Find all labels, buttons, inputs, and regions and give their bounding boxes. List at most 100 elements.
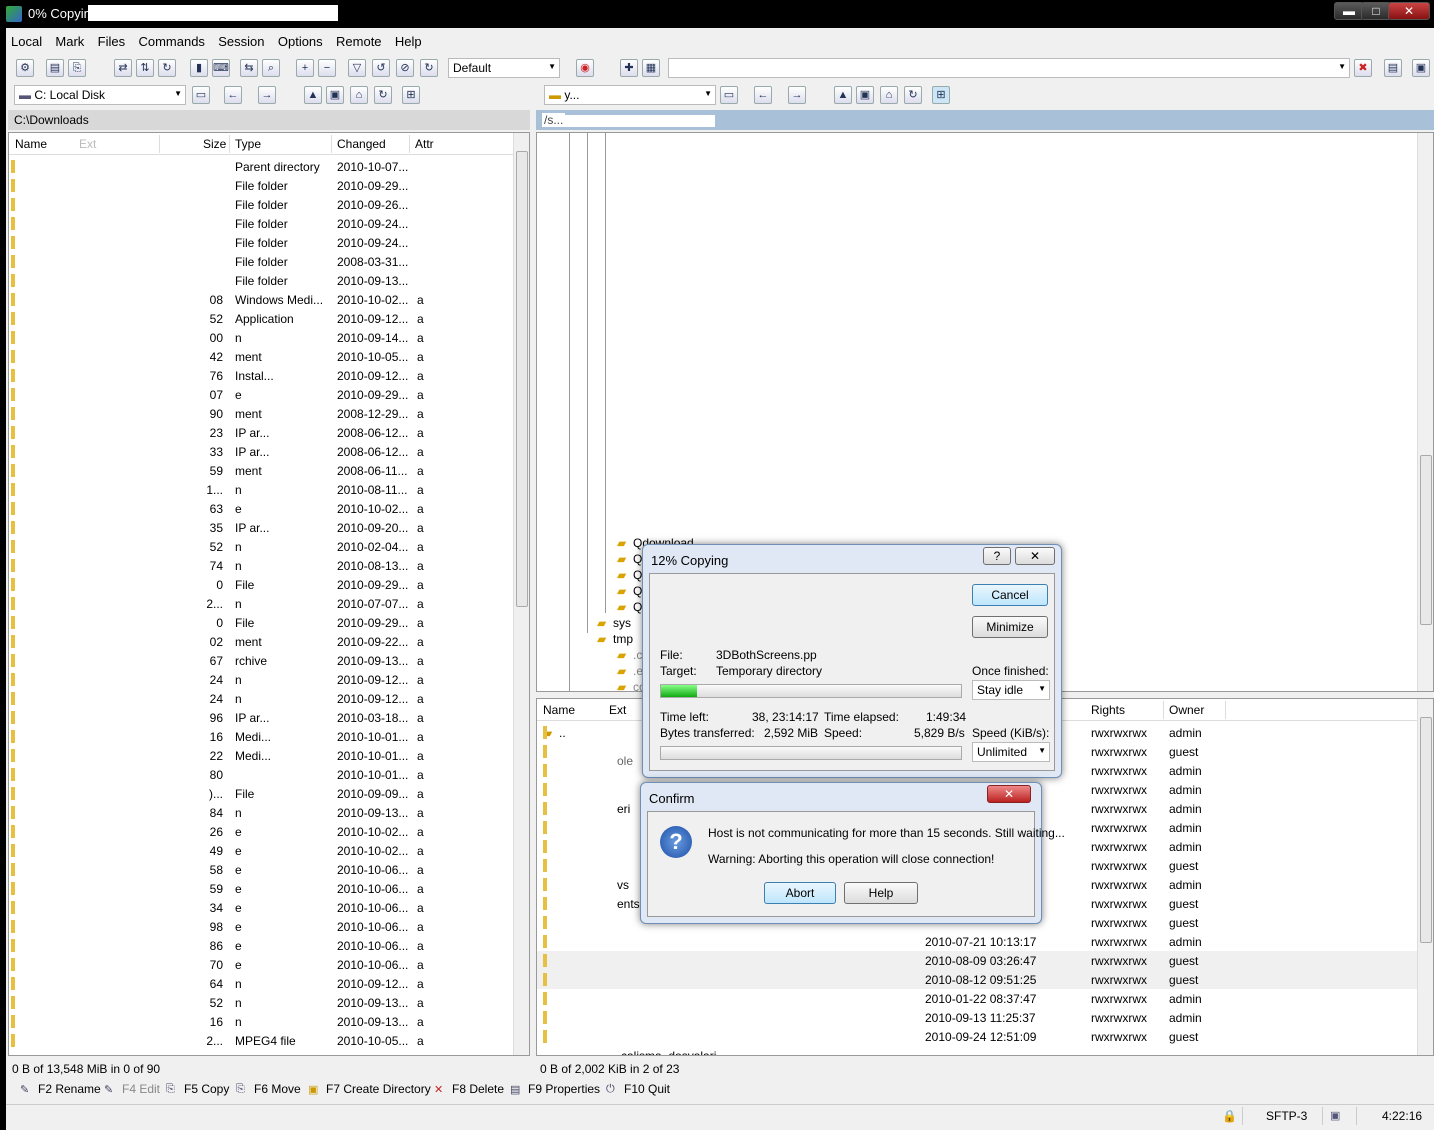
abort-button[interactable]: Abort	[764, 882, 836, 904]
reload-icon[interactable]: ↻	[420, 59, 438, 77]
back-icon[interactable]: ←	[754, 86, 772, 104]
back-icon[interactable]: ←	[224, 86, 242, 104]
tree-scrollbar[interactable]	[1417, 133, 1433, 691]
table-row[interactable]: 2... MPEG4 file 2010-10-05... a	[9, 1031, 513, 1050]
close-icon[interactable]: ✕	[987, 785, 1031, 803]
table-row[interactable]: File folder 2010-09-13...	[9, 271, 513, 290]
col-owner[interactable]: Owner	[1169, 703, 1204, 717]
table-row[interactable]: 52 Application 2010-09-12... a	[9, 309, 513, 328]
table-row[interactable]: 24 n 2010-09-12... a	[9, 670, 513, 689]
queue-icon[interactable]: ▤	[46, 59, 64, 77]
table-row[interactable]: 64 n 2010-09-12... a	[9, 974, 513, 993]
open-folder-icon[interactable]: ▭	[720, 86, 738, 104]
f4-edit-button[interactable]: ✎ F4 Edit	[104, 1082, 160, 1097]
table-row[interactable]: Parent directory 2010-10-07...	[9, 157, 513, 176]
parent-dir-icon[interactable]: ▲	[834, 86, 852, 104]
table-row[interactable]: 0 File 2010-09-29... a	[9, 575, 513, 594]
refresh-icon[interactable]: ↻	[374, 86, 392, 104]
col-size[interactable]: Size	[203, 137, 226, 151]
help-button[interactable]: Help	[844, 882, 918, 904]
transfer-icon[interactable]: ⇆	[240, 59, 258, 77]
col-rights[interactable]: Rights	[1091, 703, 1125, 717]
table-row[interactable]: 24 n 2010-09-12... a	[9, 689, 513, 708]
menu-remote[interactable]: Remote	[331, 32, 387, 51]
gear-icon[interactable]: ⚙	[16, 59, 34, 77]
filter-icon[interactable]: ▽	[348, 59, 366, 77]
maximize-window-button[interactable]: □	[1361, 2, 1391, 20]
home-icon[interactable]: ⌂	[350, 86, 368, 104]
table-row[interactable]: 74 n 2010-08-13... a	[9, 556, 513, 575]
sites-icon[interactable]: ▦	[642, 59, 660, 77]
table-row[interactable]: 2010-07-21 10:13:17 rwxrwxrwx admin	[537, 932, 1417, 951]
table-row[interactable]: File folder 2010-09-24...	[9, 233, 513, 252]
table-row[interactable]: 23 IP ar... 2008-06-12... a	[9, 423, 513, 442]
close-icon[interactable]: ✕	[1015, 547, 1055, 565]
scroll-thumb[interactable]	[1420, 717, 1432, 943]
f9-properties-button[interactable]: ▤ F9 Properties	[510, 1082, 600, 1097]
table-row[interactable]: 2010-08-12 09:51:25 rwxrwxrwx guest	[537, 970, 1417, 989]
root-dir-icon[interactable]: ▣	[856, 86, 874, 104]
local-scrollbar[interactable]	[513, 133, 529, 1055]
table-row[interactable]: 42 ment 2010-10-05... a	[9, 347, 513, 366]
disconnect-icon[interactable]: ✖	[1354, 59, 1372, 77]
table-row[interactable]: 2... n 2010-07-07... a	[9, 594, 513, 613]
compare-icon[interactable]: ⇄	[114, 59, 132, 77]
select-minus-icon[interactable]: −	[318, 59, 336, 77]
menu-local[interactable]: Local	[6, 32, 47, 51]
menu-options[interactable]: Options	[273, 32, 328, 51]
col-name[interactable]: Name	[15, 137, 47, 151]
menu-session[interactable]: Session	[213, 32, 269, 51]
select-plus-icon[interactable]: +	[296, 59, 314, 77]
table-row[interactable]: 1... n 2010-08-11... a	[9, 480, 513, 499]
table-row[interactable]: 00 n 2010-09-14... a	[9, 328, 513, 347]
table-row[interactable]: 2010-08-09 03:26:47 rwxrwxrwx guest	[537, 951, 1417, 970]
putty-icon[interactable]: ⌨	[212, 59, 230, 77]
help-icon[interactable]: ?	[983, 547, 1011, 565]
table-row[interactable]: 98 e 2010-10-06... a	[9, 917, 513, 936]
preferences-icon[interactable]: ▤	[1384, 59, 1402, 77]
session-icon[interactable]: ◉	[576, 59, 594, 77]
minimize-window-button[interactable]: ▬	[1334, 2, 1364, 20]
table-row[interactable]: 0 File 2010-09-29... a	[9, 613, 513, 632]
once-finished-select[interactable]: Stay idle ▼	[972, 680, 1050, 700]
sync-icon[interactable]: ⇅	[136, 59, 154, 77]
table-row[interactable]: 96 IP ar... 2010-03-18... a	[9, 708, 513, 727]
f5-copy-button[interactable]: ⎘ F5 Copy	[166, 1082, 229, 1097]
table-row[interactable]: 2010-09-24 12:51:09 rwxrwxrwx guest	[537, 1027, 1417, 1046]
menu-mark[interactable]: Mark	[50, 32, 89, 51]
close-window-button[interactable]: ✕	[1388, 2, 1430, 20]
f8-delete-button[interactable]: ✕ F8 Delete	[434, 1082, 504, 1097]
refresh-icon[interactable]: ↻	[158, 59, 176, 77]
col-attr[interactable]: Attr	[415, 137, 434, 151]
table-row[interactable]: 49 e 2010-10-02... a	[9, 841, 513, 860]
scroll-thumb[interactable]	[1420, 455, 1432, 625]
table-row[interactable]: 59 e 2010-10-06... a	[9, 879, 513, 898]
home-icon[interactable]: ⌂	[880, 86, 898, 104]
table-row[interactable]: 26 e 2010-10-02... a	[9, 822, 513, 841]
menu-files[interactable]: Files	[93, 32, 130, 51]
table-row[interactable]: 80 2010-10-01... a	[9, 765, 513, 784]
table-row[interactable]: 2010-09-13 11:25:37 rwxrwxrwx admin	[537, 1008, 1417, 1027]
new-session-icon[interactable]: ✚	[620, 59, 638, 77]
table-row[interactable]: 86 e 2010-10-06... a	[9, 936, 513, 955]
console-icon[interactable]: ▮	[190, 59, 208, 77]
table-row[interactable]: 34 e 2010-10-06... a	[9, 898, 513, 917]
open-folder-icon[interactable]: ▭	[192, 86, 210, 104]
table-row[interactable]: 16 n 2010-09-13... a	[9, 1012, 513, 1031]
table-row[interactable]: 59 ment 2008-06-11... a	[9, 461, 513, 480]
table-row[interactable]: File folder 2010-09-26...	[9, 195, 513, 214]
parent-dir-icon[interactable]: ▲	[304, 86, 322, 104]
table-row[interactable]: 07 e 2010-09-29... a	[9, 385, 513, 404]
table-row[interactable]: 67 rchive 2010-09-13... a	[9, 651, 513, 670]
f6-move-button[interactable]: ⎘ F6 Move	[236, 1082, 301, 1097]
table-row[interactable]: 52 n 2010-02-04... a	[9, 537, 513, 556]
table-row[interactable]: 02 ment 2010-09-22... a	[9, 632, 513, 651]
refresh-icon[interactable]: ↻	[904, 86, 922, 104]
forward-icon[interactable]: →	[258, 86, 276, 104]
col-ext[interactable]: Ext	[79, 137, 96, 151]
find-icon[interactable]: ⌕	[262, 59, 280, 77]
scroll-thumb[interactable]	[516, 151, 528, 607]
clear-icon[interactable]: ⊘	[396, 59, 414, 77]
table-row[interactable]: 08 Windows Medi... 2010-10-02... a	[9, 290, 513, 309]
table-row[interactable]: 52 n 2010-09-13... a	[9, 993, 513, 1012]
